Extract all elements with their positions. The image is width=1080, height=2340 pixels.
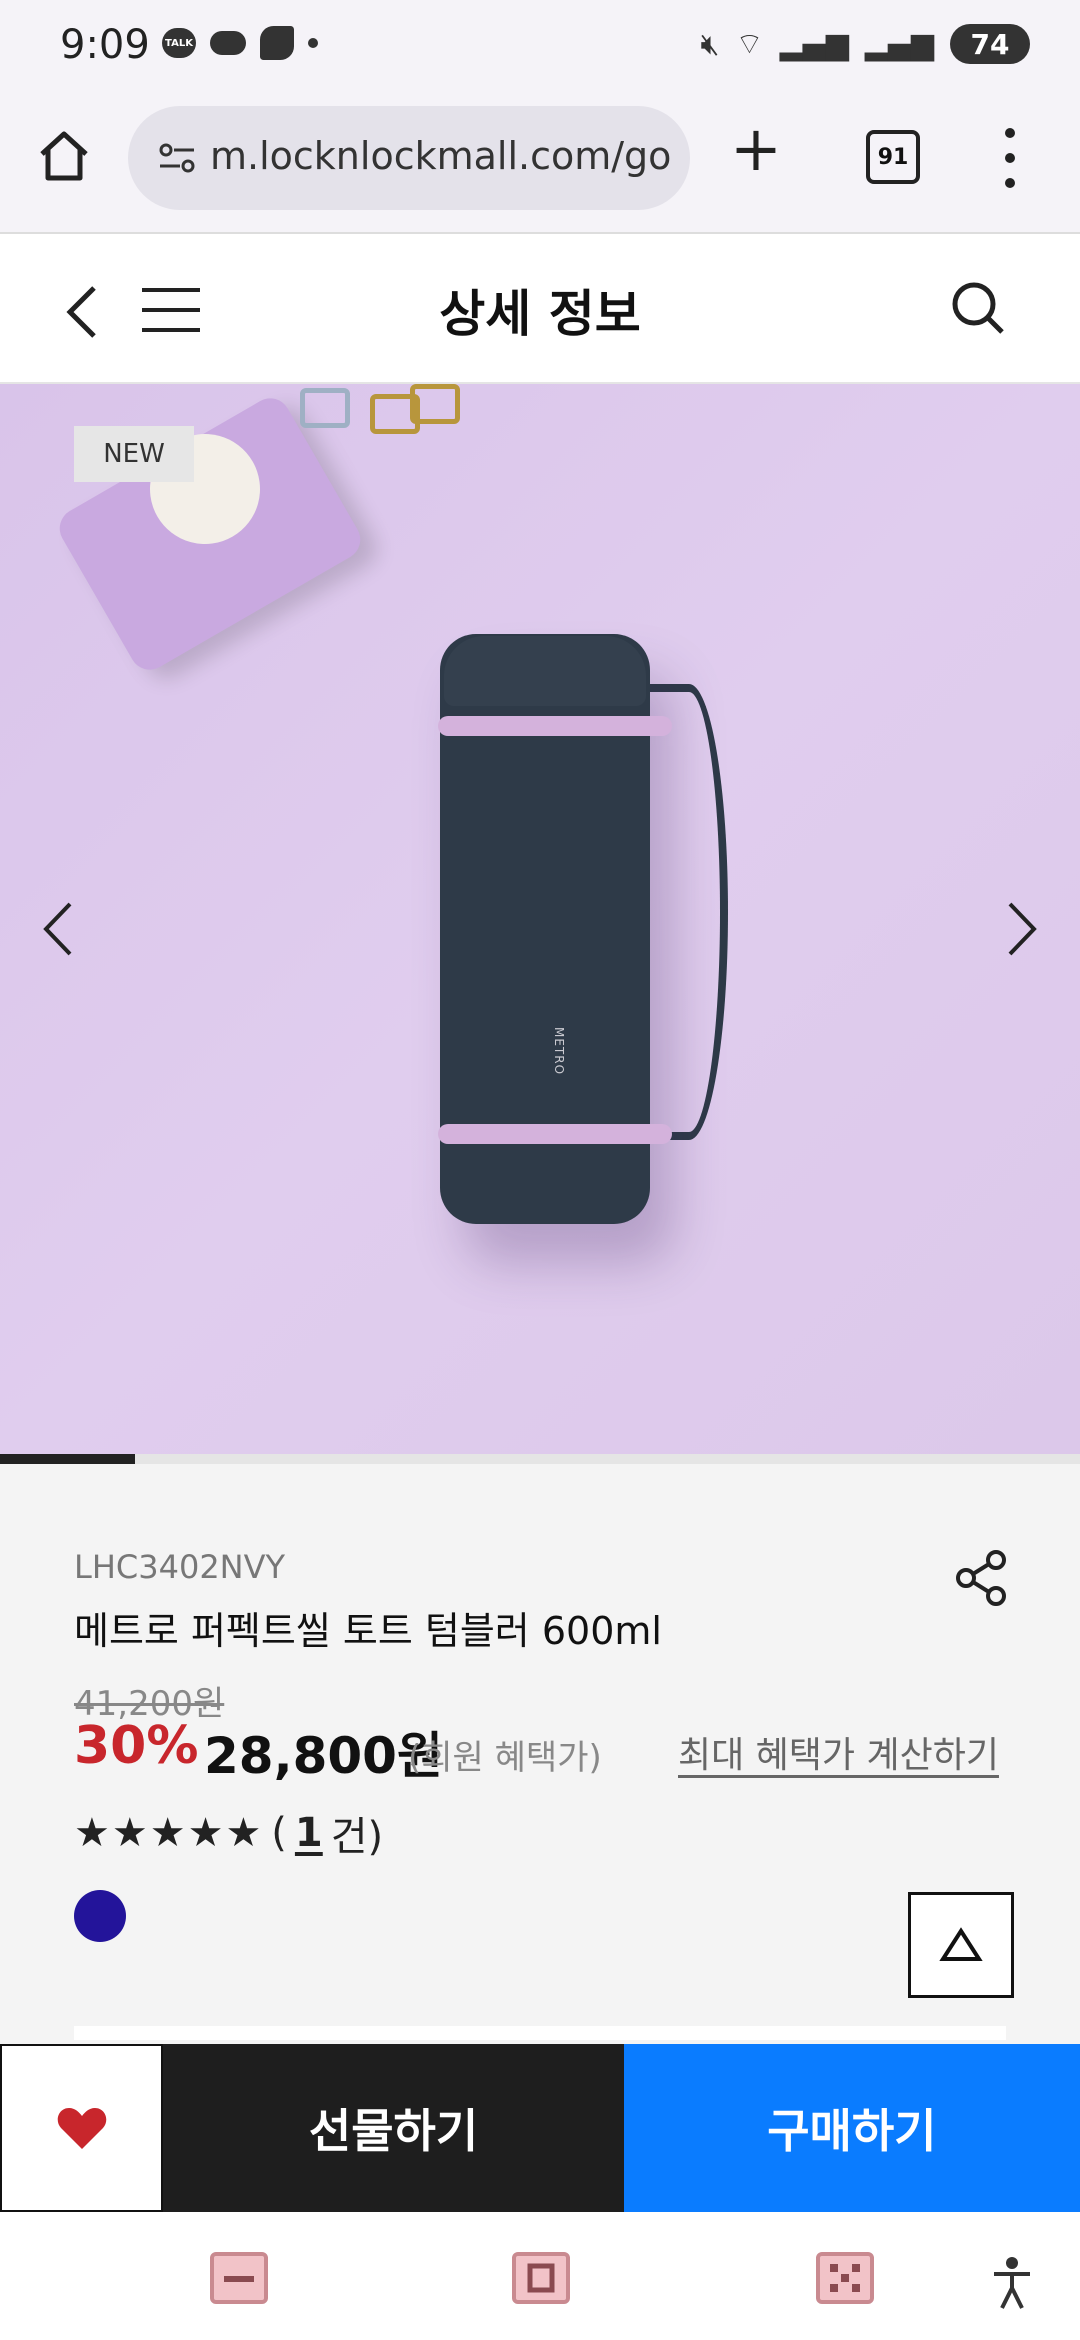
browser-menu-button[interactable] xyxy=(1000,128,1020,188)
search-icon[interactable] xyxy=(948,278,1008,338)
mute-icon: 🔇︎ xyxy=(700,26,720,62)
status-time: 9:09 xyxy=(60,22,150,68)
page-title: 상세 정보 xyxy=(439,285,641,343)
carousel-progress-bar xyxy=(0,1454,1080,1464)
share-icon[interactable] xyxy=(954,1548,1010,1608)
wishlist-button[interactable] xyxy=(0,2044,164,2212)
gift-button[interactable]: 선물하기 xyxy=(163,2044,624,2212)
more-notifications-icon xyxy=(308,38,318,48)
discount-rate: 30% xyxy=(74,1716,199,1776)
system-icons: 🔇︎ ⌔ ▂▄▆ ▂▄▆ 74 xyxy=(700,24,1030,64)
tumbler-band-top xyxy=(438,716,672,736)
kakaotalk-icon: TALK xyxy=(162,28,196,58)
cloud-icon xyxy=(210,31,246,55)
buy-button[interactable]: 구매하기 xyxy=(623,2044,1080,2212)
site-settings-icon[interactable] xyxy=(158,142,196,174)
review-open-paren: ( xyxy=(271,1810,287,1856)
tumbler-handle xyxy=(650,684,728,1140)
tumbler-band-bottom xyxy=(438,1124,672,1144)
home-nav-icon[interactable] xyxy=(510,2250,572,2306)
new-tab-button[interactable]: + xyxy=(730,118,782,180)
rating[interactable]: ★★★★★(1 건) xyxy=(74,1804,383,1862)
triangle-up-icon xyxy=(939,1927,983,1961)
browser-toolbar: m.locknlockmall.com/go + 91 xyxy=(0,98,1080,234)
bottom-navigation xyxy=(0,2212,1080,2340)
max-benefit-calculator-link[interactable]: 최대 혜택가 계산하기 xyxy=(678,1726,999,1778)
purchase-bar: 선물하기 구매하기 xyxy=(0,2044,1080,2212)
product-sku: LHC3402NVY xyxy=(74,1548,286,1586)
previous-image-icon[interactable] xyxy=(40,894,80,964)
product-name: 메트로 퍼펙트씰 토트 텀블러 600ml xyxy=(74,1609,662,1653)
home-icon[interactable] xyxy=(34,126,94,186)
rating-stars: ★★★★★ xyxy=(74,1810,264,1856)
binder-clips-illustration xyxy=(300,384,470,444)
product-info: LHC3402NVY 메트로 퍼펙트씰 토트 텀블러 600ml 41,200원… xyxy=(0,1464,1080,2044)
accessibility-icon[interactable] xyxy=(990,2256,1034,2310)
color-option-swatch[interactable] xyxy=(74,1890,126,1942)
status-bar: 9:09 TALK 🔇︎ ⌔ ▂▄▆ ▂▄▆ 74 xyxy=(0,0,1080,98)
signal-icon: ▂▄▆ xyxy=(779,26,849,62)
product-image-carousel[interactable]: NEW METRO xyxy=(0,384,1080,1454)
battery-icon: 74 xyxy=(950,24,1030,64)
recent-apps-nav-icon[interactable] xyxy=(814,2250,876,2306)
carousel-progress-fill xyxy=(0,1454,135,1464)
next-image-icon[interactable] xyxy=(1000,894,1040,964)
battery-level: 74 xyxy=(970,27,1010,61)
tumbler-logo-text: METRO xyxy=(552,1026,567,1076)
notification-icons: TALK xyxy=(162,26,318,60)
page-header: 상세 정보 xyxy=(0,234,1080,384)
tumbler-lid xyxy=(444,636,646,706)
app-notification-icon xyxy=(260,26,294,60)
back-nav-icon[interactable] xyxy=(208,2250,270,2306)
price-note: (회원 혜택가) xyxy=(408,1738,602,1778)
review-count[interactable]: 1 xyxy=(295,1810,323,1856)
new-badge: NEW xyxy=(74,426,194,482)
heart-icon xyxy=(57,2108,106,2149)
tab-switcher-button[interactable]: 91 xyxy=(866,130,920,184)
signal-icon-2: ▂▄▆ xyxy=(864,26,934,62)
section-divider xyxy=(74,2026,1006,2040)
wifi-icon: ⌔ xyxy=(735,27,764,62)
url-text[interactable]: m.locknlockmall.com/go xyxy=(210,134,670,178)
address-bar[interactable]: m.locknlockmall.com/go xyxy=(128,106,690,210)
review-suffix: 건) xyxy=(330,1814,384,1860)
scroll-to-top-button[interactable] xyxy=(908,1892,1014,1998)
